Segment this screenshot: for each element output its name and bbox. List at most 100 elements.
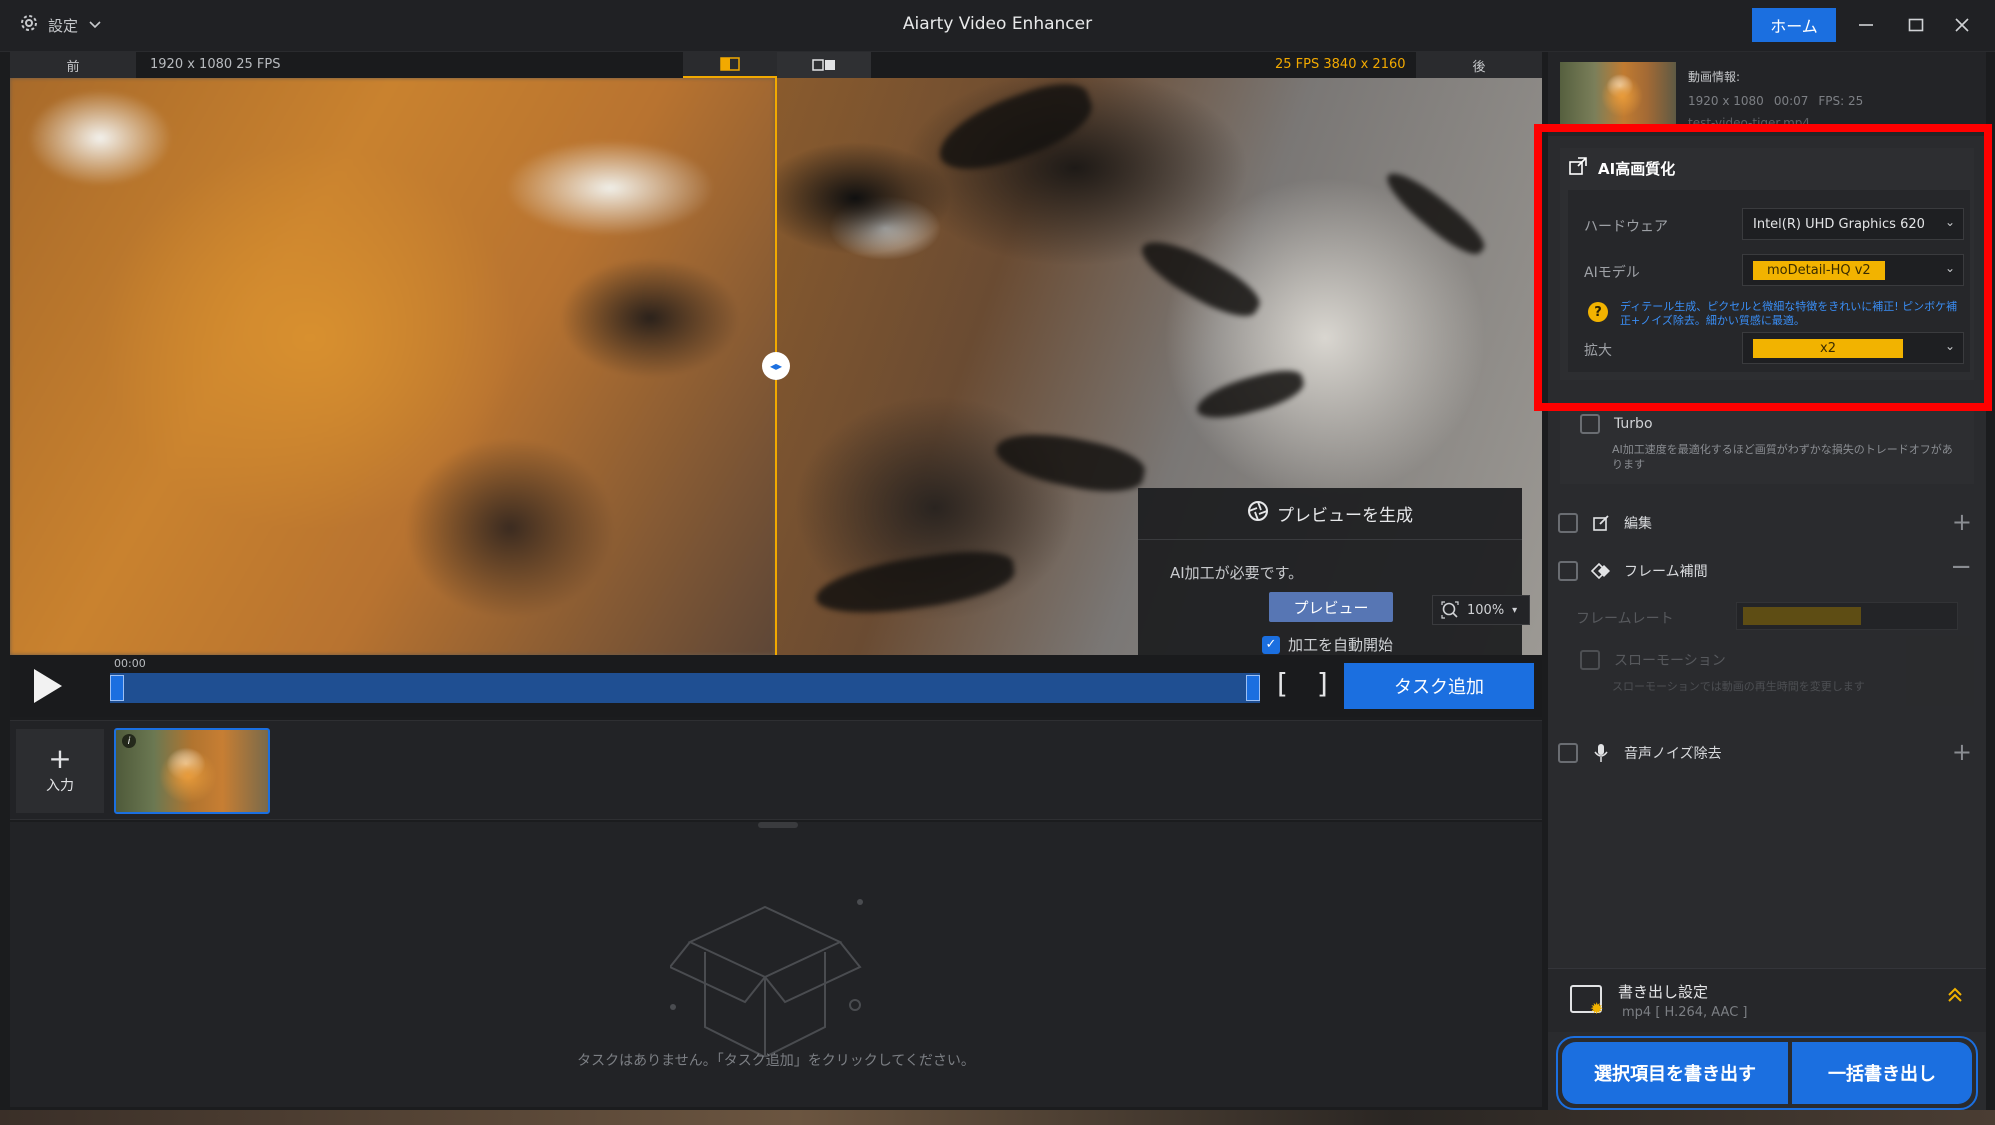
- frame-interpolation-label: フレーム補間: [1624, 564, 1708, 580]
- hardware-label: ハードウェア: [1584, 219, 1668, 235]
- trim-start-handle[interactable]: [110, 675, 124, 701]
- plus-icon: +: [48, 742, 72, 775]
- aperture-icon: [1247, 500, 1269, 527]
- video-info: 動画情報: 1920 x 1080 00:07 FPS: 25 test-vid…: [1548, 52, 1986, 136]
- expand-plus-icon[interactable]: +: [1952, 738, 1972, 766]
- before-info: 1920 x 1080 25 FPS: [150, 57, 281, 72]
- frame-rate-select[interactable]: [1736, 602, 1958, 630]
- video-info-thumbnail: [1560, 62, 1676, 128]
- empty-box-icon: [668, 887, 890, 1061]
- hardware-select[interactable]: Intel(R) UHD Graphics 620 ⌄: [1742, 208, 1964, 240]
- chevron-down-icon: ⌄: [1944, 339, 1955, 353]
- chevron-up-icon[interactable]: [1946, 985, 1964, 1010]
- scale-select[interactable]: x2 ⌄: [1742, 332, 1964, 364]
- ai-model-label: AIモデル: [1584, 265, 1640, 281]
- compare-header: 前 1920 x 1080 25 FPS 25 FPS 3840 x 2160 …: [10, 52, 1542, 78]
- ai-model-value: moDetail-HQ v2: [1753, 260, 1885, 280]
- audio-denoise-row[interactable]: 音声ノイズ除去 +: [1548, 730, 1986, 776]
- expand-plus-icon[interactable]: +: [1952, 508, 1972, 536]
- video-fps: FPS: 25: [1818, 94, 1864, 108]
- generate-preview-panel: プレビューを生成 AI加工が必要です。 プレビュー ✓ 加工を自動開始: [1138, 488, 1522, 655]
- side-by-side-button[interactable]: [777, 52, 871, 78]
- checkbox-checked-icon[interactable]: ✓: [1262, 635, 1280, 654]
- export-settings[interactable]: ✹ 書き出し設定 mp4 [ H.264, AAC ]: [1548, 968, 1986, 1032]
- home-button[interactable]: ホーム: [1752, 8, 1836, 42]
- frame-rate-label: フレームレート: [1576, 611, 1674, 627]
- auto-start-toggle[interactable]: ✓ 加工を自動開始: [1262, 634, 1393, 655]
- scale-value: x2: [1753, 338, 1903, 358]
- video-preview[interactable]: ◂▸ プレビューを生成 AI加工が必要です。 プレビュー ✓ 加工を自動開始 1…: [10, 78, 1542, 655]
- app-title: Aiarty Video Enhancer: [902, 14, 1093, 34]
- edit-checkbox[interactable]: [1558, 513, 1578, 533]
- add-task-button[interactable]: タスク追加: [1344, 663, 1534, 709]
- frame-interpolation-checkbox[interactable]: [1558, 561, 1578, 581]
- side-by-side-icon: [812, 59, 835, 71]
- export-settings-format: mp4 [ H.264, AAC ]: [1622, 1005, 1748, 1020]
- generate-preview-title: プレビューを生成: [1277, 506, 1413, 526]
- trim-end-handle[interactable]: [1246, 675, 1260, 701]
- ai-model-select[interactable]: moDetail-HQ v2 ⌄: [1742, 254, 1964, 286]
- hardware-value: Intel(R) UHD Graphics 620: [1753, 216, 1925, 232]
- timeline-track[interactable]: [110, 673, 1260, 703]
- help-icon[interactable]: ?: [1588, 302, 1608, 322]
- zoom-control[interactable]: 100% ▾: [1432, 595, 1530, 625]
- audio-denoise-checkbox[interactable]: [1558, 743, 1578, 763]
- gear-icon: [20, 14, 38, 36]
- decor-dot: [670, 1004, 676, 1010]
- play-button[interactable]: [34, 669, 62, 703]
- turbo-label: Turbo: [1614, 416, 1653, 432]
- video-info-title: 動画情報:: [1688, 70, 1741, 84]
- ai-model-hint: ? ディテール生成、ピクセルと微細な特徴をきれいに補正! ピンボケ補正+ノイズ除…: [1588, 300, 1960, 328]
- zoom-value: 100%: [1467, 602, 1505, 618]
- slow-motion-label: スローモーション: [1614, 653, 1726, 669]
- split-arrows-icon: ◂▸: [769, 359, 783, 373]
- chevron-down-icon: [88, 16, 102, 34]
- maximize-icon: [1908, 18, 1924, 32]
- collapse-minus-icon[interactable]: −: [1950, 552, 1972, 582]
- window-edge: [1986, 52, 1995, 1110]
- ai-enhance-title: AI高画質化: [1598, 159, 1676, 178]
- close-button[interactable]: [1942, 8, 1982, 42]
- slow-motion-checkbox[interactable]: [1580, 650, 1600, 670]
- input-button[interactable]: + 入力: [16, 729, 104, 813]
- after-info: 25 FPS 3840 x 2160: [1275, 57, 1406, 72]
- ai-enhance-body: ハードウェア Intel(R) UHD Graphics 620 ⌄ AIモデル…: [1568, 190, 1970, 372]
- turbo-option: Turbo AI加工速度を最適化するほど画質がわずかな損失のトレードオフがありま…: [1560, 404, 1974, 484]
- split-handle[interactable]: ◂▸: [762, 352, 790, 380]
- current-time: 00:00: [114, 657, 146, 670]
- ai-required-message: AI加工が必要です。: [1170, 564, 1304, 582]
- info-icon[interactable]: i: [122, 734, 136, 748]
- title-bar: 設定 Aiarty Video Enhancer ホーム: [0, 0, 1995, 52]
- audio-denoise-label: 音声ノイズ除去: [1624, 746, 1722, 762]
- export-all-button[interactable]: 一括書き出し: [1792, 1042, 1972, 1104]
- before-tab[interactable]: 前: [10, 52, 136, 78]
- turbo-description: AI加工速度を最適化するほど画質がわずかな損失のトレードオフがあります: [1612, 443, 1953, 471]
- resize-handle[interactable]: [758, 822, 798, 828]
- edit-label: 編集: [1624, 516, 1652, 532]
- scale-label: 拡大: [1584, 343, 1612, 359]
- export-selected-button[interactable]: 選択項目を書き出す: [1562, 1042, 1788, 1104]
- ai-enhance-section: AI高画質化 ハードウェア Intel(R) UHD Graphics 620 …: [1560, 148, 1974, 380]
- chevron-down-icon: ⌄: [1944, 215, 1955, 229]
- chevron-down-icon: ⌄: [1944, 261, 1955, 275]
- edit-feature-row[interactable]: 編集 +: [1548, 500, 1986, 546]
- after-tab[interactable]: 後: [1416, 52, 1542, 78]
- settings-menu[interactable]: 設定: [20, 14, 102, 36]
- trim-brackets-button[interactable]: [ ]: [1277, 667, 1338, 700]
- ai-model-hint-text: ディテール生成、ピクセルと微細な特徴をきれいに補正! ピンボケ補正+ノイズ除去。…: [1620, 300, 1958, 327]
- playback-bar: 00:00 [ ] タスク追加: [10, 655, 1542, 717]
- turbo-checkbox[interactable]: [1580, 414, 1600, 434]
- minimize-button[interactable]: [1846, 8, 1886, 42]
- frame-interpolation-icon: [1590, 560, 1612, 582]
- slow-motion-description: スローモーションでは動画の再生時間を変更します: [1612, 680, 1865, 693]
- video-duration: 00:07: [1773, 94, 1809, 108]
- maximize-button[interactable]: [1896, 8, 1936, 42]
- video-resolution: 1920 x 1080: [1688, 94, 1764, 108]
- desktop-background-strip: [0, 1110, 1995, 1125]
- preview-button[interactable]: プレビュー: [1269, 592, 1393, 622]
- split-view-button[interactable]: [683, 52, 777, 78]
- video-thumbnail[interactable]: i: [114, 728, 270, 814]
- settings-panel: 動画情報: 1920 x 1080 00:07 FPS: 25 test-vid…: [1548, 52, 1986, 1110]
- zoom-icon: [1441, 601, 1459, 619]
- before-frame: [10, 78, 775, 655]
